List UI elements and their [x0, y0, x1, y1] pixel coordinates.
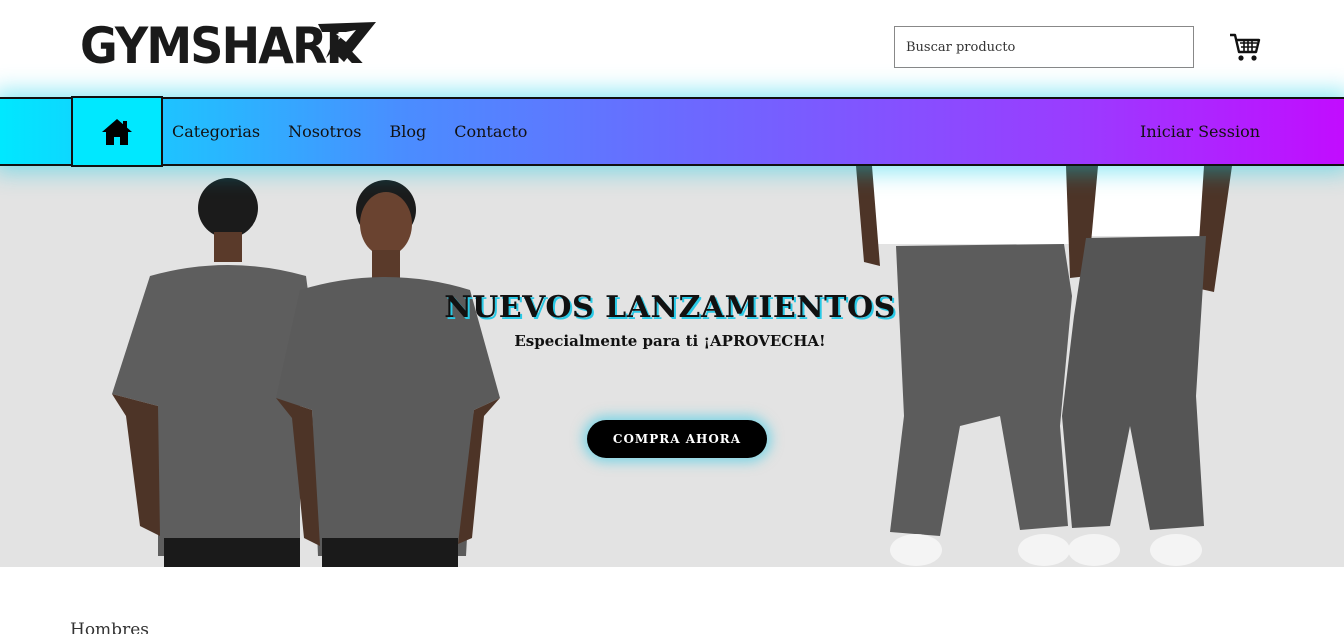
shop-now-button[interactable]: COMPRA AHORA [587, 420, 767, 458]
nav-link-contacto[interactable]: Contacto [454, 122, 527, 141]
nav-link-nosotros[interactable]: Nosotros [288, 122, 361, 141]
site-header: GYMSHARK [0, 0, 1344, 96]
hero-product-image [112, 166, 1232, 567]
home-icon [102, 118, 132, 145]
main-navigation: Categorias Nosotros Blog Contacto Inicia… [0, 96, 1344, 167]
model-joggers [856, 166, 1232, 566]
search-input[interactable] [894, 26, 1194, 68]
login-link[interactable]: Iniciar Session [1140, 99, 1260, 164]
hero-title: NUEVOS LANZAMIENTOS [444, 290, 896, 325]
section-title: Hombres [70, 620, 149, 634]
shark-logo-icon [318, 22, 376, 62]
hero-banner: NUEVOS LANZAMIENTOS Especialmente para t… [0, 166, 1344, 567]
nav-link-categorias[interactable]: Categorias [172, 122, 260, 141]
shopping-cart-icon[interactable] [1228, 30, 1262, 64]
nav-links: Categorias Nosotros Blog Contacto [172, 99, 555, 164]
nav-link-blog[interactable]: Blog [389, 122, 426, 141]
brand-logo[interactable]: GYMSHARK [80, 16, 384, 76]
home-button[interactable] [71, 96, 163, 167]
model-front-view [276, 180, 500, 567]
hero-subtitle: Especialmente para ti ¡APROVECHA! [514, 332, 826, 350]
